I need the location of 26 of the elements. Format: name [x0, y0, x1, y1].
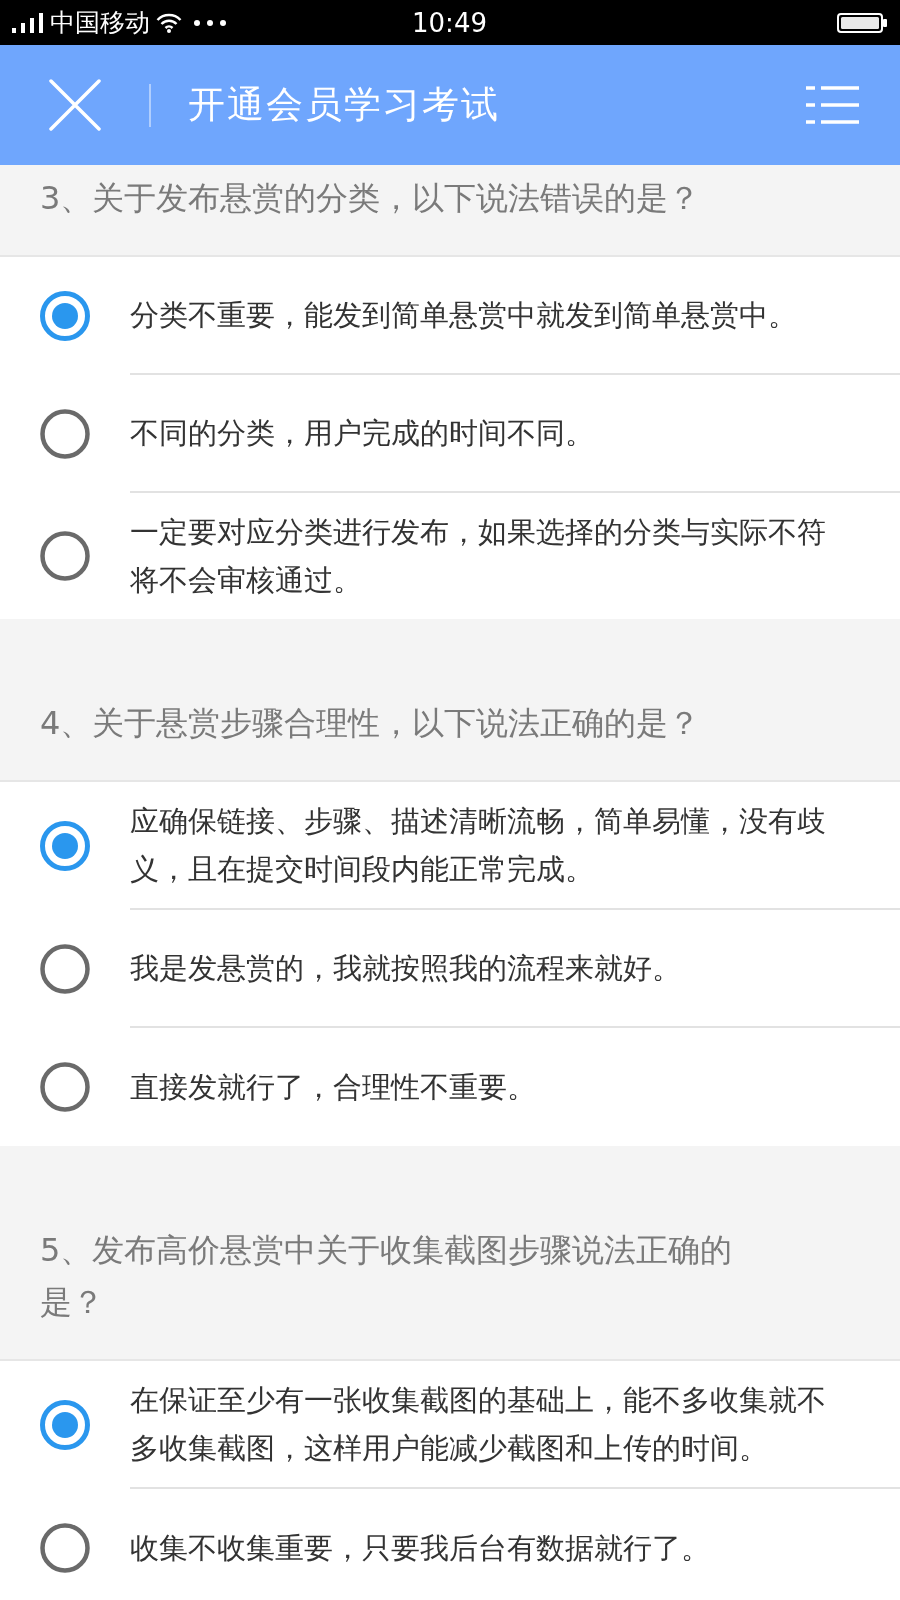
- clock-time: 10:49: [412, 9, 487, 36]
- option-text: 不同的分类，用户完成的时间不同。: [130, 415, 594, 452]
- battery-icon: [837, 12, 887, 33]
- option-text: 一定要对应分类进行发布，如果选择的分类与实际不符将不会审核通过。: [130, 514, 827, 599]
- question-text: 5、发布高价悬赏中关于收集截图步骤说法正确的是？: [40, 1230, 734, 1323]
- page-title: 开通会员学习考试: [188, 82, 500, 128]
- option-text: 收集不收集重要，只要我后台有数据就行了。: [130, 1530, 710, 1567]
- radio-button[interactable]: [40, 944, 90, 994]
- more-dots-icon: [194, 19, 226, 26]
- radio-button[interactable]: [40, 531, 90, 581]
- question-text: 4、关于悬赏步骤合理性，以下说法正确的是？: [40, 703, 702, 744]
- carrier-name: 中国移动: [50, 10, 150, 35]
- radio-button[interactable]: [40, 1062, 90, 1112]
- option-text: 直接发就行了，合理性不重要。: [130, 1069, 536, 1106]
- radio-button[interactable]: [40, 291, 90, 341]
- question-text: 3、关于发布悬赏的分类，以下说法错误的是？: [40, 178, 702, 219]
- radio-button[interactable]: [40, 1523, 90, 1573]
- option-text: 应确保链接、步骤、描述清晰流畅，简单易懂，没有歧义，且在提交时间段内能正常完成。: [130, 803, 827, 888]
- radio-button[interactable]: [40, 1400, 90, 1450]
- option-text: 我是发悬赏的，我就按照我的流程来就好。: [130, 950, 681, 987]
- option-text: 分类不重要，能发到简单悬赏中就发到简单悬赏中。: [130, 297, 797, 334]
- radio-button[interactable]: [40, 409, 90, 459]
- signal-icon: [12, 12, 44, 33]
- radio-button[interactable]: [40, 821, 90, 871]
- option-text: 在保证至少有一张收集截图的基础上，能不多收集就不多收集截图，这样用户能减少截图和上传的时间。: [130, 1382, 827, 1467]
- wifi-icon: [156, 12, 182, 33]
